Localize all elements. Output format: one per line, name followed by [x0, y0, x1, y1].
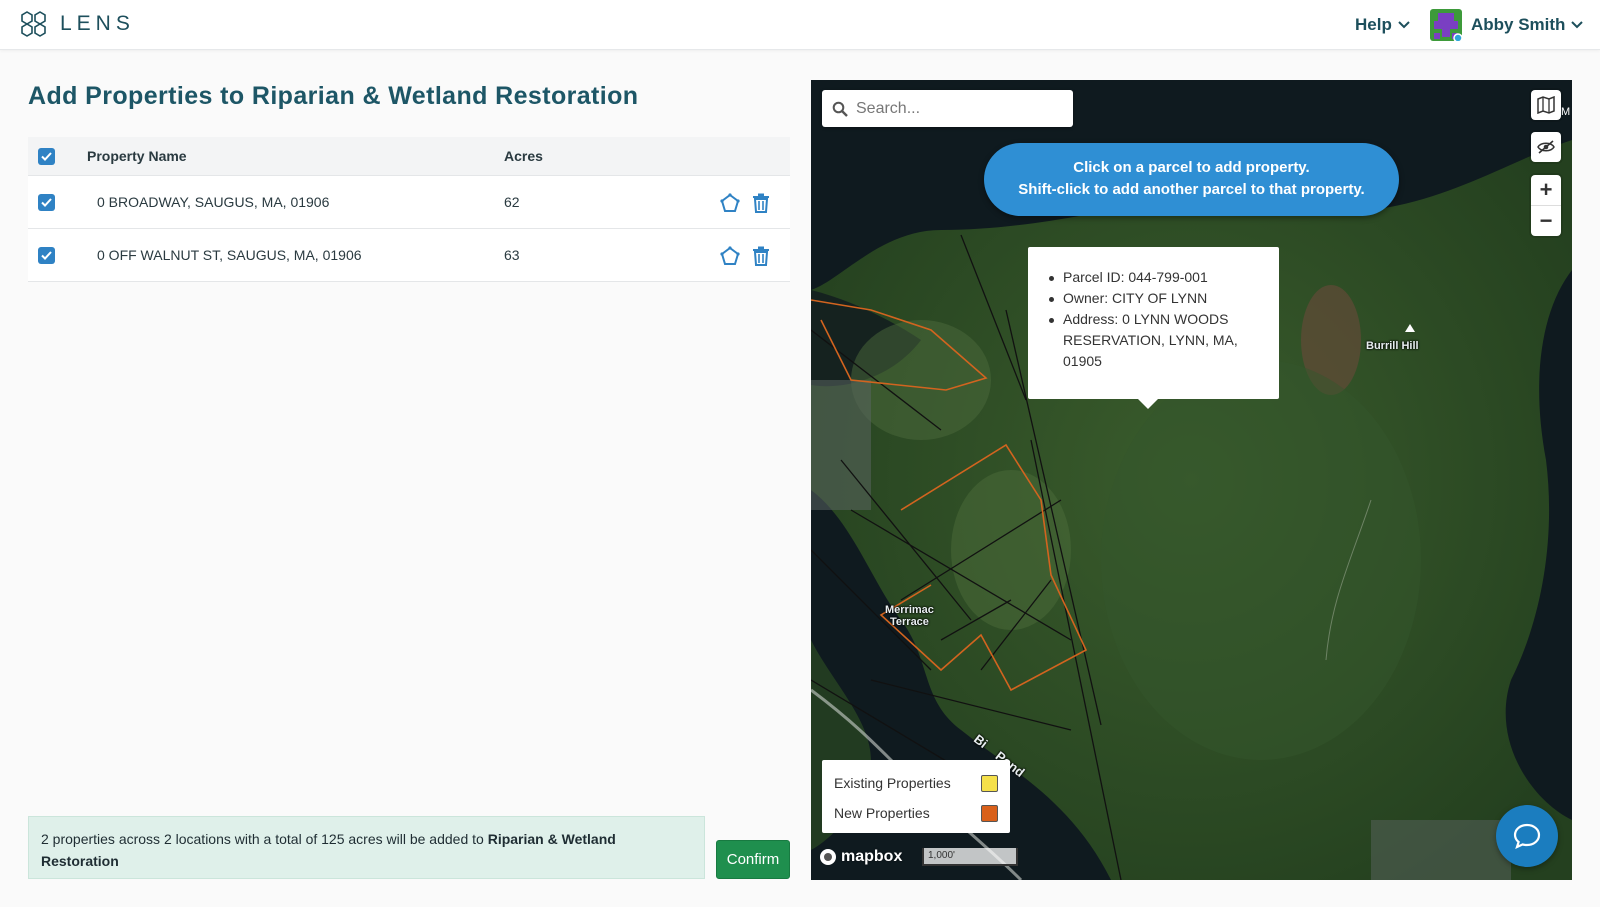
properties-table: Property Name Acres 0 BROADWAY, SAUGUS, …: [28, 137, 790, 282]
user-name: Abby Smith: [1471, 15, 1566, 34]
table-row[interactable]: 0 OFF WALNUT ST, SAUGUS, MA, 01906 63: [28, 229, 790, 282]
select-all-checkbox[interactable]: [38, 147, 55, 165]
map-view[interactable]: Burrill Hill Merrimac Terrace Bi Pond Cl…: [811, 80, 1572, 880]
map-label-merrimac-line2: Terrace: [889, 616, 929, 628]
map-label-merrimac: Merrimac Terrace: [885, 604, 934, 628]
property-name-cell: 0 OFF WALNUT ST, SAUGUS, MA, 01906: [97, 247, 362, 263]
zoom-in-button[interactable]: +: [1531, 175, 1561, 205]
help-menu[interactable]: Help: [1355, 15, 1410, 35]
checkmark-icon: [41, 197, 52, 207]
row-checkbox[interactable]: [38, 246, 55, 264]
page-title: Add Properties to Riparian & Wetland Res…: [28, 82, 639, 110]
app-logo[interactable]: LENS: [18, 10, 135, 38]
parcel-info-popup: Parcel ID: 044-799-001 Owner: CITY OF LY…: [1028, 247, 1279, 399]
chevron-down-icon: [1571, 21, 1584, 29]
legend-row-existing: Existing Properties: [834, 768, 998, 798]
basemap-toggle-button[interactable]: [1531, 90, 1561, 120]
legend-label-existing: Existing Properties: [834, 775, 951, 791]
map-icon: [1537, 96, 1555, 114]
hint-line-2: Shift-click to add another parcel to tha…: [1018, 181, 1365, 198]
legend-swatch-existing: [981, 774, 998, 792]
user-menu[interactable]: Abby Smith: [1430, 9, 1584, 43]
top-navbar: LENS Help Abby Smith: [0, 0, 1600, 50]
avatar: [1430, 9, 1463, 43]
search-input[interactable]: [856, 99, 1056, 118]
hexagon-cluster-icon: [21, 11, 46, 37]
search-icon: [832, 101, 848, 117]
zoom-controls: + −: [1531, 175, 1561, 236]
checkmark-icon: [41, 250, 52, 260]
column-header-property-name[interactable]: Property Name: [87, 148, 187, 164]
map-label-burrill-hill: Burrill Hill: [1366, 340, 1419, 352]
legend-swatch-new: [981, 804, 998, 822]
logo-wordmark: LENS: [60, 12, 135, 35]
chevron-down-icon: [1398, 21, 1410, 29]
trash-icon[interactable]: [752, 246, 770, 266]
chat-bubble-icon: [1513, 823, 1541, 849]
map-instruction-banner: Click on a parcel to add property. Shift…: [984, 143, 1399, 216]
acres-cell: 62: [504, 194, 520, 210]
polygon-edit-icon[interactable]: [720, 193, 740, 213]
map-edge-label: M: [1561, 106, 1571, 118]
mapbox-logo-icon: [820, 849, 836, 865]
popup-owner: Owner: CITY OF LYNN: [1049, 288, 1267, 309]
property-name-cell: 0 BROADWAY, SAUGUS, MA, 01906: [97, 194, 330, 210]
help-label: Help: [1355, 15, 1392, 34]
popup-pointer: [1138, 399, 1158, 409]
popup-parcel-id: Parcel ID: 044-799-001: [1049, 267, 1267, 288]
popup-address: Address: 0 LYNN WOODS RESERVATION, LYNN,…: [1049, 309, 1267, 372]
column-header-acres[interactable]: Acres: [504, 148, 543, 164]
row-checkbox[interactable]: [38, 193, 55, 211]
hint-line-1: Click on a parcel to add property.: [1073, 159, 1310, 176]
table-header: Property Name Acres: [28, 137, 790, 176]
chat-launcher-button[interactable]: [1496, 805, 1558, 867]
table-row[interactable]: 0 BROADWAY, SAUGUS, MA, 01906 62: [28, 176, 790, 229]
summary-text: 2 properties across 2 locations with a t…: [41, 831, 488, 847]
polygon-edit-icon[interactable]: [720, 246, 740, 266]
checkmark-icon: [41, 151, 52, 161]
trash-icon[interactable]: [752, 193, 770, 213]
summary-banner: 2 properties across 2 locations with a t…: [28, 816, 705, 879]
layer-visibility-button[interactable]: [1531, 132, 1561, 162]
confirm-button[interactable]: Confirm: [716, 840, 790, 879]
acres-cell: 63: [504, 247, 520, 263]
mapbox-attribution[interactable]: mapbox: [819, 848, 902, 866]
mapbox-wordmark: mapbox: [841, 848, 903, 865]
eye-off-icon: [1537, 140, 1555, 154]
map-search-box[interactable]: [822, 90, 1073, 127]
zoom-out-button[interactable]: −: [1531, 206, 1561, 236]
legend-row-new: New Properties: [834, 798, 998, 828]
map-scale-bar: 1,000': [922, 848, 1018, 866]
map-label-merrimac-line1: Merrimac: [885, 604, 934, 616]
legend-label-new: New Properties: [834, 805, 930, 821]
map-legend: Existing Properties New Properties: [822, 760, 1010, 833]
